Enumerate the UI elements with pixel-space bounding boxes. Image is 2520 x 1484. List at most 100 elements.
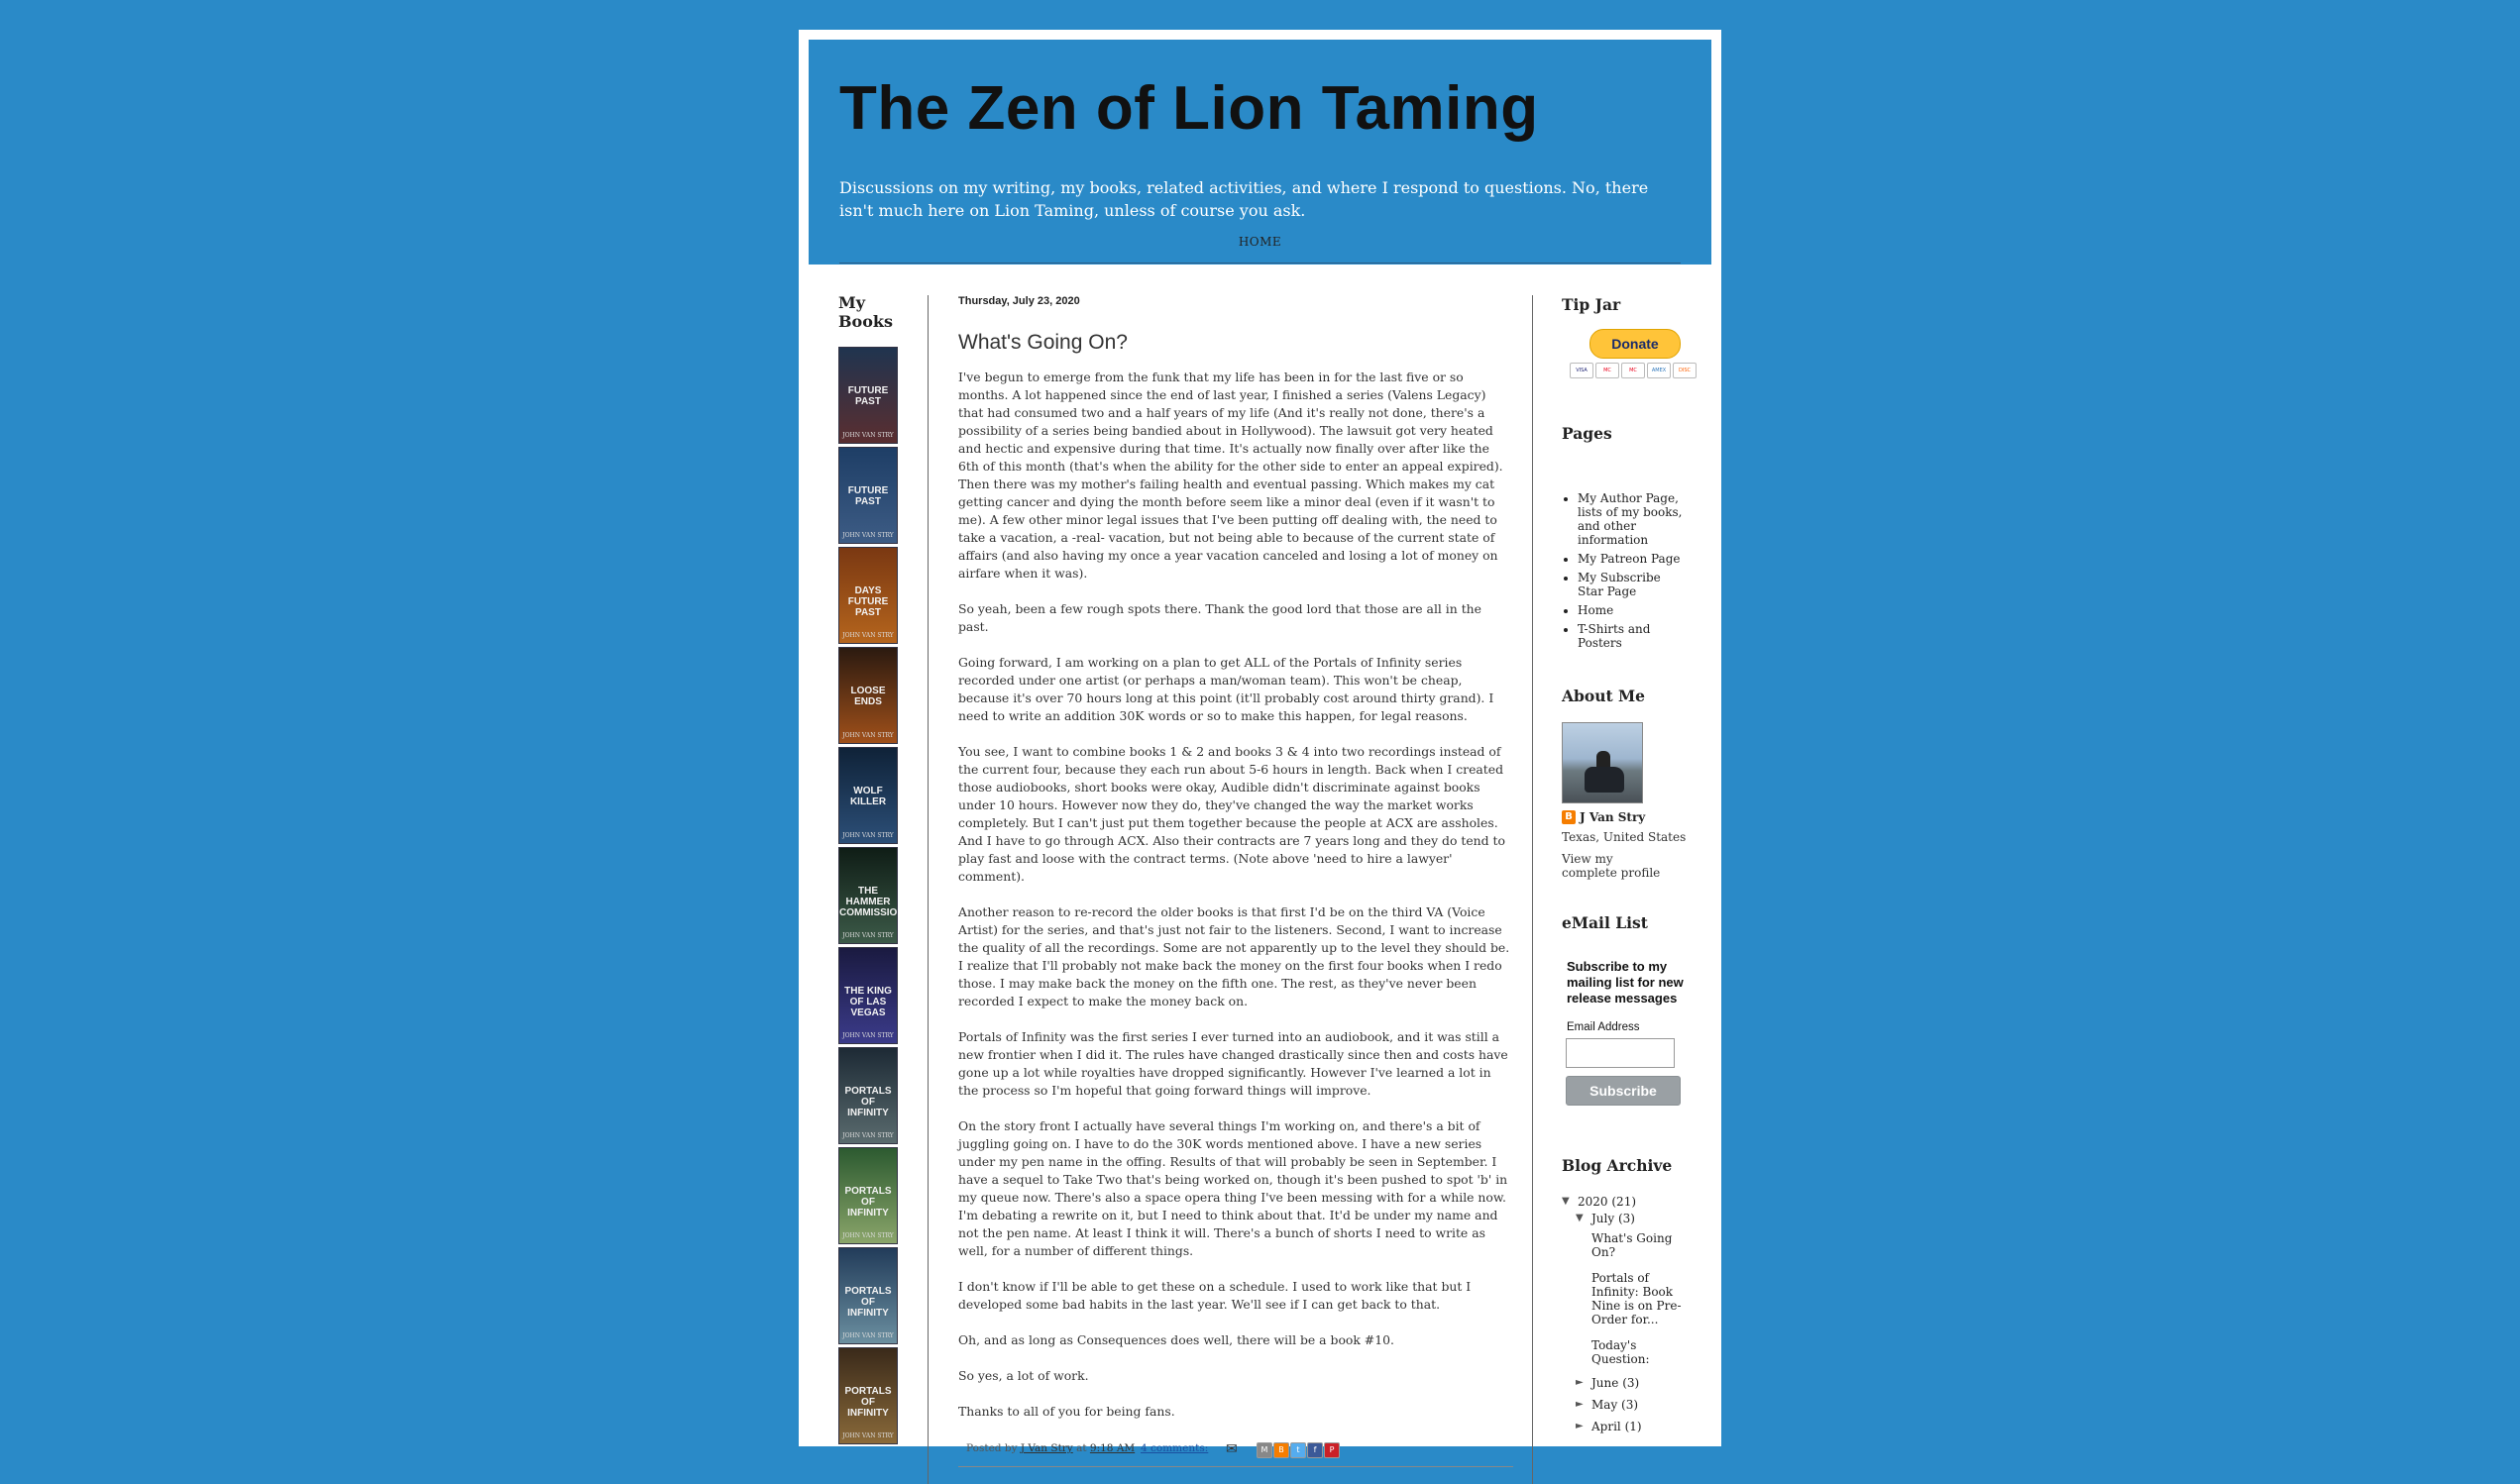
email-address-input[interactable] <box>1566 1038 1675 1068</box>
book-cover[interactable]: PORTALS OF INFINITY JOHN VAN STRY <box>838 1147 898 1244</box>
twitter-share-icon[interactable]: t <box>1290 1442 1306 1458</box>
page-link[interactable]: Home <box>1578 603 1613 617</box>
right-column-divider <box>1532 295 1533 1484</box>
archive-month-link[interactable]: May <box>1591 1398 1617 1412</box>
archive-month-row[interactable]: ► May (3) <box>1562 1398 1710 1412</box>
archive-year-count: (21) <box>1611 1195 1637 1209</box>
book-cover[interactable]: DAYS FUTURE PAST JOHN VAN STRY <box>838 547 898 644</box>
header-divider <box>839 263 1681 264</box>
expand-triangle-icon[interactable]: ► <box>1576 1420 1591 1433</box>
post-paragraph: Thanks to all of you for being fans. <box>958 1404 1175 1419</box>
profile-location: Texas, United States <box>1562 830 1687 844</box>
archive-post-item: What's Going On? <box>1562 1231 1685 1259</box>
facebook-share-icon[interactable]: f <box>1307 1442 1323 1458</box>
pinterest-share-icon[interactable]: P <box>1324 1442 1340 1458</box>
book-cover[interactable]: PORTALS OF INFINITY JOHN VAN STRY <box>838 1347 898 1444</box>
archive-post-link[interactable]: Today's Question: <box>1591 1338 1649 1366</box>
book-cover[interactable]: LOOSE ENDS JOHN VAN STRY <box>838 647 898 744</box>
collapse-triangle-icon[interactable]: ▼ <box>1562 1195 1578 1209</box>
archive-year-link[interactable]: 2020 <box>1578 1195 1608 1209</box>
post-paragraph: On the story front I actually have sever… <box>958 1118 1508 1258</box>
book-cover[interactable]: PORTALS OF INFINITY JOHN VAN STRY <box>838 1247 898 1344</box>
subscribe-button[interactable]: Subscribe <box>1566 1076 1681 1106</box>
profile-name-row: B J Van Stry <box>1562 810 1645 824</box>
page-link[interactable]: My Subscribe Star Page <box>1578 571 1661 598</box>
book-cover[interactable]: THE KING OF LAS VEGAS JOHN VAN STRY <box>838 947 898 1044</box>
archive-post-list: What's Going On? Portals of Infinity: Boo… <box>1562 1231 1710 1366</box>
about-me-title: About Me <box>1562 687 1646 705</box>
archive-month-count: (1) <box>1620 1420 1642 1433</box>
archive-month-row[interactable]: ► April (1) <box>1562 1420 1710 1433</box>
book-cover-author: JOHN VAN STRY <box>842 432 894 439</box>
comments-link[interactable]: 4 comments: <box>1141 1442 1208 1454</box>
book-cover-title: THE HAMMER COMMISSION <box>839 886 898 919</box>
post-date: Thursday, July 23, 2020 <box>958 295 1080 307</box>
archive-post-item: Portals of Infinity: Book Nine is on Pre… <box>1562 1271 1685 1326</box>
page-list-item: My Author Page, lists of my books, and o… <box>1578 491 1687 547</box>
post-title[interactable]: What's Going On? <box>958 331 1513 355</box>
email-list-title: eMail List <box>1562 913 1648 932</box>
expand-triangle-icon[interactable]: ► <box>1576 1398 1591 1412</box>
page-link[interactable]: My Patreon Page <box>1578 552 1680 566</box>
archive-post-link[interactable]: What's Going On? <box>1591 1231 1672 1259</box>
page-list-item: T-Shirts and Posters <box>1578 622 1687 650</box>
email-post-icon[interactable]: ✉ <box>1226 1441 1238 1457</box>
right-sidebar: Tip Jar Donate VISAMCMCAMEXDISC Pages My… <box>1562 295 1710 1433</box>
payment-card-icon: DISC <box>1673 363 1697 378</box>
book-cover-title: PORTALS OF INFINITY <box>844 1386 892 1420</box>
archive-month-row[interactable]: ▼ July (3) <box>1562 1212 1710 1225</box>
post-author-link[interactable]: J Van Stry <box>1021 1442 1073 1454</box>
blog-this-icon[interactable]: B <box>1273 1442 1289 1458</box>
collapse-triangle-icon[interactable]: ▼ <box>1576 1212 1591 1225</box>
archive-month-link[interactable]: June <box>1591 1376 1618 1390</box>
book-list: FUTURE PAST JOHN VAN STRY FUTURE PAST JOHN … <box>838 347 908 1444</box>
tip-jar-title: Tip Jar <box>1562 295 1621 314</box>
post-paragraph: So yeah, been a few rough spots there. T… <box>958 601 1481 634</box>
book-cover-author: JOHN VAN STRY <box>842 632 894 639</box>
view-profile-link[interactable]: View my complete profile <box>1562 852 1671 880</box>
book-cover-author: JOHN VAN STRY <box>842 532 894 539</box>
book-cover-title: THE KING OF LAS VEGAS <box>844 986 892 1019</box>
page-list-item: My Subscribe Star Page <box>1578 571 1687 598</box>
archive-year-row[interactable]: ▼ 2020 (21) <box>1562 1195 1710 1209</box>
post-paragraph: I've begun to emerge from the funk that … <box>958 370 1503 474</box>
share-buttons: MBtfP <box>1257 1442 1340 1458</box>
payment-card-icon: MC <box>1595 363 1619 378</box>
archive-month-link[interactable]: July <box>1591 1212 1614 1225</box>
blog-title[interactable]: The Zen of Lion Taming <box>839 73 1539 144</box>
donate-button[interactable]: Donate <box>1589 329 1681 359</box>
post-time-link[interactable]: 9:18 AM <box>1090 1442 1135 1454</box>
archive-post-item: Today's Question: <box>1562 1338 1685 1366</box>
home-tab[interactable]: HOME <box>809 235 1711 249</box>
expand-triangle-icon[interactable]: ► <box>1576 1376 1591 1390</box>
profile-avatar[interactable] <box>1562 722 1643 803</box>
page-link[interactable]: My Author Page, lists of my books, and o… <box>1578 491 1682 547</box>
post-paragraph: I don't know if I'll be able to get thes… <box>958 1279 1472 1312</box>
post-paragraph: You see, I want to combine books 1 & 2 a… <box>958 744 1505 884</box>
archive-month-row[interactable]: ► June (3) <box>1562 1376 1710 1390</box>
book-cover-author: JOHN VAN STRY <box>842 932 894 939</box>
profile-name-link[interactable]: J Van Stry <box>1580 810 1645 824</box>
post-paragraph: Portals of Infinity was the first series… <box>958 1029 1508 1098</box>
blog-container: The Zen of Lion Taming Discussions on my… <box>799 30 1721 1484</box>
book-cover[interactable]: WOLF KILLER JOHN VAN STRY <box>838 747 898 844</box>
archive-post-link[interactable]: Portals of Infinity: Book Nine is on Pre… <box>1591 1271 1682 1326</box>
post-paragraph: Oh, and as long as Consequences does wel… <box>958 1332 1394 1347</box>
post-paragraph: Then there was my mother's failing healt… <box>958 477 1498 581</box>
book-cover-title: LOOSE ENDS <box>850 686 886 708</box>
page-link[interactable]: T-Shirts and Posters <box>1578 622 1650 650</box>
book-cover[interactable]: FUTURE PAST JOHN VAN STRY <box>838 347 898 444</box>
book-cover-title: PORTALS OF INFINITY <box>844 1186 892 1219</box>
my-books-title: My Books <box>838 293 893 331</box>
post-footer: Posted by J Van Stry at 9:18 AM 4 commen… <box>958 1441 1513 1467</box>
payment-card-icon: AMEX <box>1647 363 1671 378</box>
email-share-icon[interactable]: M <box>1257 1442 1272 1458</box>
post-paragraph: So yes, a lot of work. <box>958 1368 1089 1383</box>
post-body: I've begun to emerge from the funk that … <box>958 369 1513 1421</box>
book-cover[interactable]: FUTURE PAST JOHN VAN STRY <box>838 447 898 544</box>
book-cover[interactable]: PORTALS OF INFINITY JOHN VAN STRY <box>838 1047 898 1144</box>
book-cover-title: FUTURE PAST <box>847 385 889 408</box>
archive-month-link[interactable]: April <box>1591 1420 1621 1433</box>
book-cover[interactable]: THE HAMMER COMMISSION JOHN VAN STRY <box>838 847 898 944</box>
blog-archive-title: Blog Archive <box>1562 1156 1673 1175</box>
